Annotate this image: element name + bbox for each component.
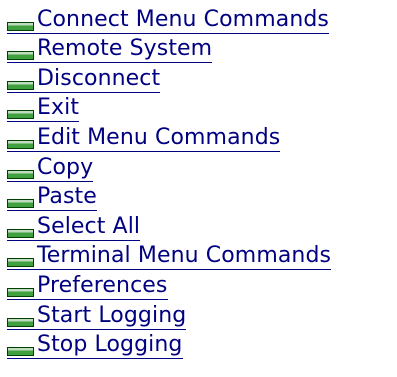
topic-label: Paste	[37, 184, 97, 210]
closed-book-icon	[7, 80, 34, 90]
topic-link-stop-logging[interactable]: Stop Logging	[7, 332, 183, 360]
topic-label: Preferences	[37, 272, 168, 298]
topic-label: Terminal Menu Commands	[37, 243, 332, 269]
topic-item-copy: Copy	[7, 152, 397, 182]
topic-item-start-logging: Start Logging	[7, 300, 397, 330]
topic-item-connect-menu-commands: Connect Menu Commands	[7, 4, 397, 34]
topic-link-start-logging[interactable]: Start Logging	[7, 302, 187, 330]
topic-label: Edit Menu Commands	[37, 124, 281, 150]
topic-label: Stop Logging	[37, 332, 183, 358]
closed-book-icon	[7, 169, 34, 179]
topic-link-paste[interactable]: Paste	[7, 184, 97, 212]
topic-link-disconnect[interactable]: Disconnect	[7, 65, 161, 93]
topic-link-connect-menu-commands[interactable]: Connect Menu Commands	[7, 6, 329, 34]
topic-label: Exit	[37, 95, 80, 121]
topic-link-remote-system[interactable]: Remote System	[7, 36, 213, 64]
topic-item-preferences: Preferences	[7, 270, 397, 300]
topic-label: Disconnect	[37, 65, 161, 91]
topic-item-select-all: Select All	[7, 211, 397, 241]
closed-book-icon	[7, 51, 34, 61]
closed-book-icon	[7, 110, 34, 120]
topic-link-terminal-menu-commands[interactable]: Terminal Menu Commands	[7, 243, 332, 271]
closed-book-icon	[7, 199, 34, 209]
topic-label: Copy	[37, 154, 94, 180]
topic-link-preferences[interactable]: Preferences	[7, 272, 168, 300]
topic-link-exit[interactable]: Exit	[7, 95, 80, 123]
help-topic-list: Connect Menu Commands Remote System Disc…	[0, 0, 397, 360]
closed-book-icon	[7, 228, 34, 238]
topic-link-edit-menu-commands[interactable]: Edit Menu Commands	[7, 124, 281, 152]
topic-link-copy[interactable]: Copy	[7, 154, 94, 182]
topic-item-edit-menu-commands: Edit Menu Commands	[7, 122, 397, 152]
closed-book-icon	[7, 287, 34, 297]
topic-label: Remote System	[37, 36, 213, 62]
topic-item-exit: Exit	[7, 93, 397, 123]
closed-book-icon	[7, 139, 34, 149]
topic-item-terminal-menu-commands: Terminal Menu Commands	[7, 241, 397, 271]
topic-link-select-all[interactable]: Select All	[7, 213, 141, 241]
topic-item-paste: Paste	[7, 182, 397, 212]
topic-label: Start Logging	[37, 302, 187, 328]
closed-book-icon	[7, 317, 34, 327]
topic-label: Select All	[37, 213, 141, 239]
topic-label: Connect Menu Commands	[37, 6, 329, 32]
topic-item-stop-logging: Stop Logging	[7, 330, 397, 360]
closed-book-icon	[7, 21, 34, 31]
closed-book-icon	[7, 347, 34, 357]
topic-item-remote-system: Remote System	[7, 34, 397, 64]
closed-book-icon	[7, 258, 34, 268]
topic-item-disconnect: Disconnect	[7, 63, 397, 93]
